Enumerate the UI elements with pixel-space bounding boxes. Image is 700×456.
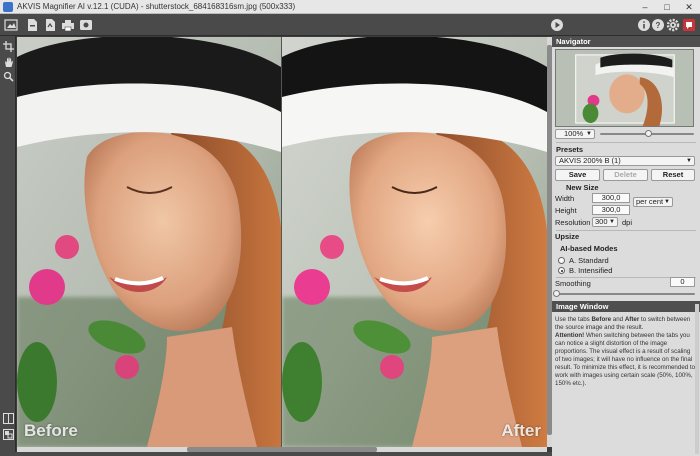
preset-select[interactable]: AKVIS 200% B (1) ▼ [555,156,695,166]
ai-modes-title: AI-based Modes [560,244,618,253]
zoom-slider-knob[interactable] [645,130,652,137]
navigator-preview[interactable] [555,49,694,127]
compare-view-icon[interactable] [2,428,14,440]
zoom-value: 100% [564,129,584,138]
navigator-header: Navigator [552,36,700,47]
presets-title: Presets [556,145,584,154]
resolution-value: 300 [595,217,608,226]
new-size-title: New Size [566,183,599,192]
crop-icon[interactable] [2,40,14,52]
resolution-select[interactable]: 300 ▼ [592,217,618,227]
help-text-part: When switching between the tabs you can … [555,332,696,387]
before-image [17,37,281,447]
panel-scrollbar[interactable] [695,304,699,454]
after-label: After [501,421,541,440]
maximize-button[interactable]: □ [656,0,678,14]
help-text-part: Use the tabs [555,316,592,323]
width-label: Width [555,194,575,203]
window-title: AKVIS Magnifier AI v.12.1 (CUDA) - shutt… [17,2,296,11]
after-image [282,37,547,447]
image-window[interactable]: Before After [17,37,547,447]
help-icon[interactable]: ? [650,17,666,33]
toolbar: ? [0,14,700,36]
width-field[interactable]: 300,0 [592,193,630,203]
chevron-down-icon: ▼ [586,131,592,137]
share-icon[interactable] [78,17,94,33]
upsize-title: Upsize [555,232,580,241]
left-tool-strip [0,36,16,456]
help-text-before: Before [591,316,612,323]
print-icon[interactable] [60,17,76,33]
mode-a-radio[interactable] [558,257,565,264]
run-icon[interactable] [549,17,565,33]
zoom-icon[interactable] [2,70,14,82]
save-preset-button[interactable]: Save [555,169,600,181]
app-icon [3,1,13,12]
open-icon[interactable] [3,17,19,33]
help-text-attention: Attention! [555,332,585,339]
mode-b-radio[interactable] [558,267,565,274]
settings-panel: Navigator 100% ▼ Presets AKVIS 200% B (1)… [552,36,700,456]
preset-value: AKVIS 200% B (1) [559,156,621,165]
height-field[interactable]: 300,0 [592,205,630,215]
delete-preset-button[interactable]: Delete [603,169,648,181]
close-button[interactable]: ✕ [678,0,700,14]
smoothing-slider-knob[interactable] [553,290,560,297]
notifications-icon[interactable] [681,17,697,33]
export-icon[interactable] [42,17,58,33]
after-pane[interactable]: After [282,37,547,447]
split-view-icon[interactable] [2,412,14,424]
divider [556,142,696,143]
zoom-select[interactable]: 100% ▼ [555,129,595,139]
status-bar [0,452,552,456]
title-bar: AKVIS Magnifier AI v.12.1 (CUDA) - shutt… [0,0,700,14]
resolution-label: Resolution [555,218,591,227]
save-icon[interactable] [24,17,40,33]
svg-text:?: ? [656,21,661,30]
mode-b-label[interactable]: B. Intensified [569,266,612,275]
smoothing-field[interactable]: 0 [670,277,695,287]
before-pane[interactable]: Before [17,37,281,447]
reset-preset-button[interactable]: Reset [651,169,695,181]
help-text-after: After [624,316,640,323]
smoothing-slider-track[interactable] [555,293,695,295]
settings-icon[interactable] [665,17,681,33]
image-window-header: Image Window [552,301,700,312]
divider [556,230,696,231]
mode-a-label[interactable]: A. Standard [569,256,609,265]
unit-select[interactable]: per cent ▼ [633,197,673,207]
chevron-down-icon: ▼ [609,219,615,225]
chevron-down-icon: ▼ [686,158,692,164]
smoothing-label: Smoothing [555,279,591,288]
before-label: Before [24,421,78,440]
hand-icon[interactable] [2,56,14,68]
height-label: Height [555,206,577,215]
unit-value: per cent [636,197,664,206]
window-controls: – □ ✕ [634,0,700,14]
resolution-unit: dpi [622,218,633,227]
help-text: Use the tabs Before and After to switch … [555,316,697,388]
minimize-button[interactable]: – [634,0,656,14]
chevron-down-icon: ▼ [664,199,670,205]
help-text-part: and [611,316,625,323]
